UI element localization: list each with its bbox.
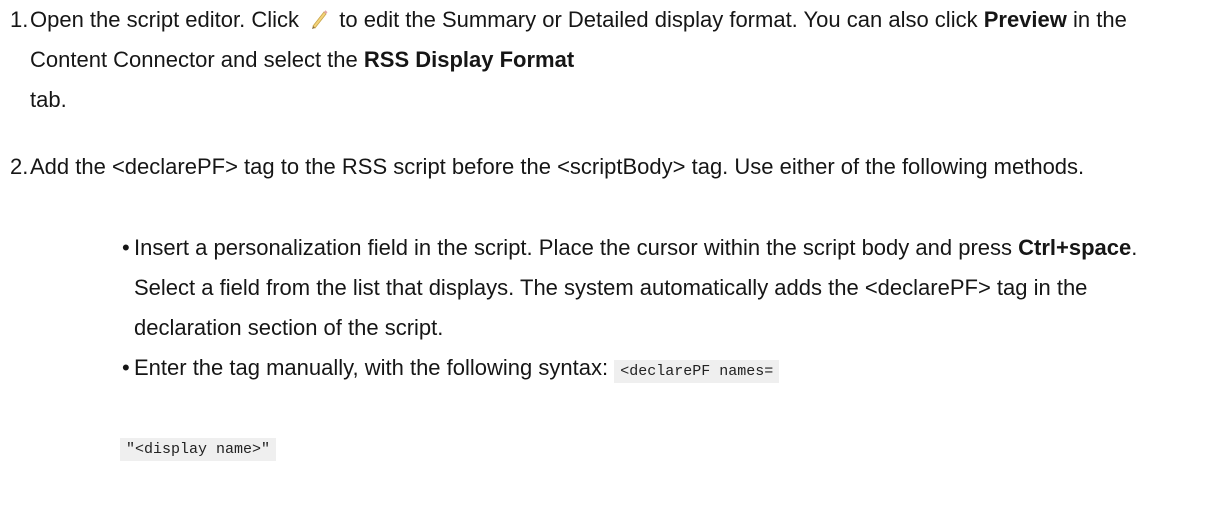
list-item: • Enter the tag manually, with the follo… [10, 348, 1200, 392]
bullet-text-a: Enter the tag manually, with the followi… [134, 355, 609, 380]
step-1: 1. Open the script editor. Click to edit… [10, 0, 1195, 120]
step-number: 2. [10, 154, 29, 179]
shortcut-label: Ctrl+space [1018, 235, 1132, 260]
code-snippet-line-1: <declarePF names= [614, 360, 780, 383]
step-1-text-b: to edit the Summary or Detailed display … [339, 7, 978, 32]
code-snippet-line-2: "<display name>" [120, 438, 277, 461]
code-snippet-wrap: "<display name>" [120, 426, 277, 470]
step-1-text-d: tab. [30, 87, 67, 112]
pencil-icon [309, 3, 329, 29]
bullet-text-a: Insert a personalization field in the sc… [134, 235, 1013, 260]
step-number: 1. [10, 7, 29, 32]
document-body: 1. Open the script editor. Click to edit… [0, 0, 1210, 506]
step-text: Open the script editor. Click to edit th… [30, 0, 1195, 120]
bullet-icon: • [122, 355, 130, 380]
rss-display-format-label: RSS Display Format [363, 47, 575, 72]
step-1-text-a: Open the script editor. Click [30, 7, 300, 32]
bullet-icon: • [122, 235, 130, 260]
list-item: • Insert a personalization field in the … [10, 228, 1200, 348]
step-2: 2. Add the <declarePF> tag to the RSS sc… [10, 147, 1195, 187]
preview-label: Preview [983, 7, 1067, 32]
step-text: Add the <declarePF> tag to the RSS scrip… [30, 154, 1085, 179]
method-list: • Insert a personalization field in the … [10, 228, 1200, 392]
